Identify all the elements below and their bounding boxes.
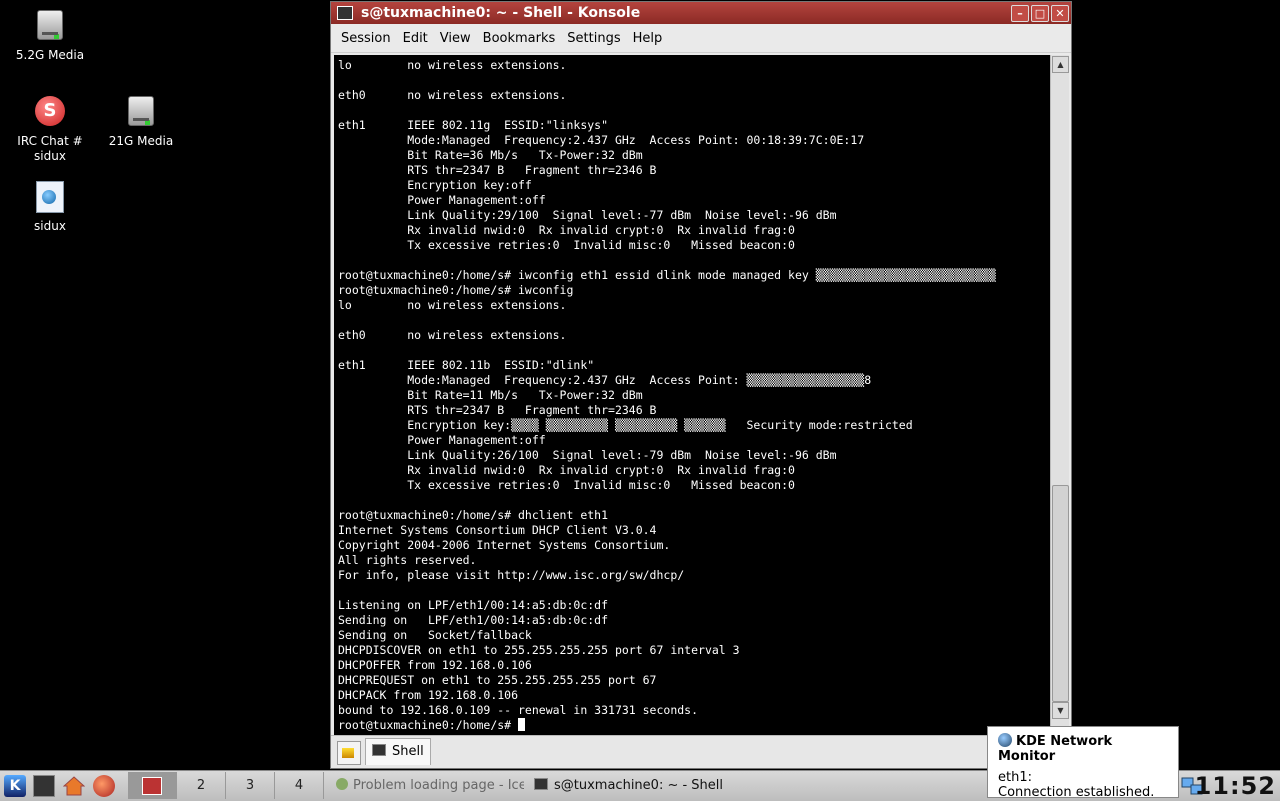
maximize-button[interactable]: □ xyxy=(1031,5,1049,22)
session-tab-bar: Shell xyxy=(331,735,1071,768)
menu-help[interactable]: Help xyxy=(627,31,669,46)
scroll-down-arrow[interactable]: ▼ xyxy=(1052,702,1069,719)
close-button[interactable]: ✕ xyxy=(1051,5,1069,22)
task-konsole[interactable]: s@tuxmachine0: ~ - Shell xyxy=(534,774,730,798)
window-titlebar[interactable]: s@tuxmachine0: ~ - Shell - Konsole – □ ✕ xyxy=(331,2,1071,24)
terminal-scrollbar[interactable]: ▲ ▼ xyxy=(1050,55,1069,735)
notification-line-2: Connection established. xyxy=(998,785,1155,800)
menu-edit[interactable]: Edit xyxy=(397,31,434,46)
terminal-launcher-icon[interactable] xyxy=(33,775,55,797)
desktop-icon-sidux[interactable]: sidux xyxy=(2,181,98,234)
menu-session[interactable]: Session xyxy=(335,31,397,46)
web-document-icon xyxy=(33,181,67,215)
tab-label: Shell xyxy=(392,744,424,759)
desktop-icon-label: 21G Media xyxy=(108,134,174,148)
notification-line-1: eth1: xyxy=(998,770,1032,785)
network-monitor-icon xyxy=(998,733,1012,747)
terminal-icon xyxy=(534,778,548,790)
terminal-output: lo no wireless extensions. eth0 no wirel… xyxy=(338,58,996,732)
desktop-icon-5g-media[interactable]: 5.2G Media xyxy=(2,10,98,63)
scroll-up-arrow[interactable]: ▲ xyxy=(1052,56,1069,73)
desktop-icon-irc-chat[interactable]: S IRC Chat # sidux xyxy=(2,96,98,164)
hard-drive-icon xyxy=(33,10,67,44)
terminal-area[interactable]: lo no wireless extensions. eth0 no wirel… xyxy=(334,55,1050,735)
scrollbar-thumb[interactable] xyxy=(1052,485,1069,702)
notification-title: KDE Network Monitor xyxy=(998,734,1113,764)
konsole-icon xyxy=(337,6,353,20)
pager-desktop-1[interactable] xyxy=(128,772,177,799)
menu-bookmarks[interactable]: Bookmarks xyxy=(477,31,562,46)
desktop-icon-label: sidux xyxy=(34,219,66,233)
hard-drive-icon xyxy=(124,96,158,130)
menu-view[interactable]: View xyxy=(434,31,477,46)
clock[interactable]: 11:52 xyxy=(1195,771,1276,801)
task-label: s@tuxmachine0: ~ - Shell xyxy=(554,778,724,793)
konsole-window: s@tuxmachine0: ~ - Shell - Konsole – □ ✕… xyxy=(330,1,1072,769)
home-icon[interactable] xyxy=(62,775,86,797)
tab-shell[interactable]: Shell xyxy=(365,738,431,765)
pager-desktop-3[interactable]: 3 xyxy=(226,772,275,799)
task-label: Problem loading page - Ice xyxy=(353,778,524,793)
terminal-icon xyxy=(372,744,386,756)
menu-bar: Session Edit View Bookmarks Settings Hel… xyxy=(331,24,1071,53)
desktop-icon-label: IRC Chat # sidux xyxy=(17,134,83,163)
new-session-button[interactable] xyxy=(337,741,361,765)
konsole-mini-icon xyxy=(142,776,162,795)
window-title: s@tuxmachine0: ~ - Shell - Konsole xyxy=(361,5,641,21)
terminal-cursor xyxy=(518,718,526,731)
pager-desktop-2[interactable]: 2 xyxy=(177,772,226,799)
network-notification[interactable]: KDE Network Monitor eth1: Connection est… xyxy=(987,726,1179,800)
browser-icon xyxy=(336,778,348,790)
browser-launcher-icon[interactable] xyxy=(93,775,115,797)
kde-menu-icon[interactable]: K xyxy=(4,775,26,797)
menu-settings[interactable]: Settings xyxy=(561,31,626,46)
task-iceweasel[interactable]: Problem loading page - Ice xyxy=(336,774,524,798)
minimize-button[interactable]: – xyxy=(1011,5,1029,22)
irc-chat-icon: S xyxy=(33,96,67,130)
pager-desktop-4[interactable]: 4 xyxy=(275,772,324,799)
desktop-icon-21g-media[interactable]: 21G Media xyxy=(93,96,189,149)
desktop-icon-label: 5.2G Media xyxy=(15,48,85,62)
